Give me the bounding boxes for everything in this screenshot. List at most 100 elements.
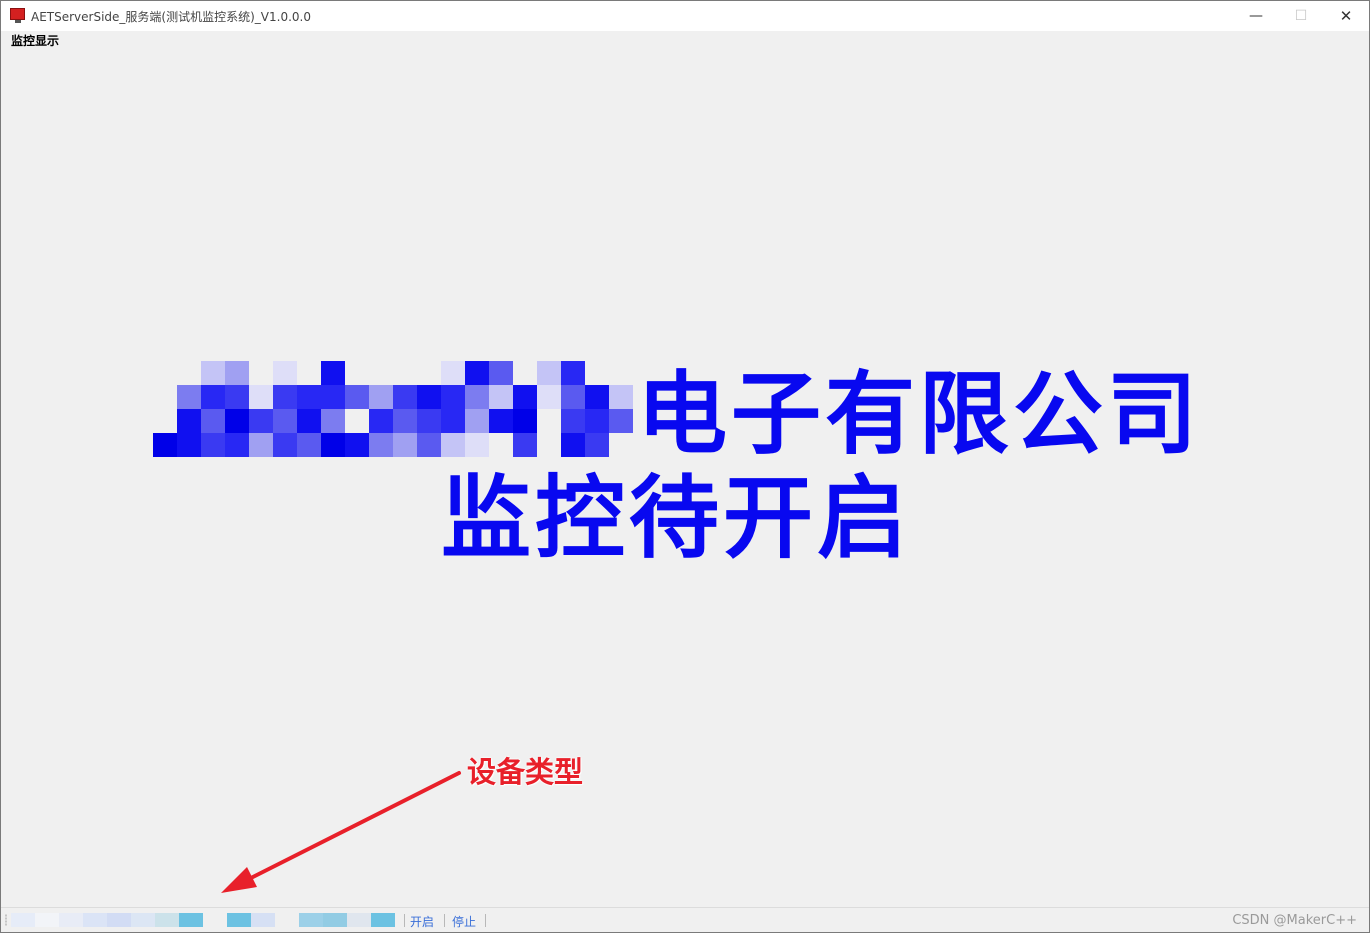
mosaic-cell xyxy=(585,385,609,409)
mosaic-cell xyxy=(537,361,561,385)
mosaic-cell xyxy=(585,361,609,385)
mosaic-cell xyxy=(249,385,273,409)
mosaic-cell xyxy=(513,409,537,433)
mosaic-cell xyxy=(441,385,465,409)
mosaic-cell xyxy=(417,409,441,433)
device-type-cell xyxy=(131,913,155,927)
mosaic-cell xyxy=(537,409,561,433)
title-bar[interactable]: AETServerSide_服务端(测试机监控系统)_V1.0.0.0 — ☐ … xyxy=(1,1,1369,31)
mosaic-cell xyxy=(273,361,297,385)
device-type-cell xyxy=(11,913,35,927)
mosaic-cell xyxy=(585,433,609,457)
mosaic-cell xyxy=(609,361,633,385)
mosaic-cell xyxy=(273,409,297,433)
mosaic-cell xyxy=(561,361,585,385)
device-type-cell xyxy=(59,913,83,927)
mosaic-cell xyxy=(297,385,321,409)
mosaic-cell xyxy=(345,409,369,433)
mosaic-cell xyxy=(441,409,465,433)
mosaic-cell xyxy=(177,385,201,409)
mosaic-cell xyxy=(177,433,201,457)
mosaic-cell xyxy=(297,361,321,385)
mosaic-cell xyxy=(201,433,225,457)
stop-button[interactable]: 停止 xyxy=(452,913,476,930)
mosaic-cell xyxy=(417,385,441,409)
mosaic-cell xyxy=(609,409,633,433)
app-icon xyxy=(10,8,25,23)
start-button[interactable]: 开启 xyxy=(410,913,434,930)
device-type-cell xyxy=(299,913,323,927)
mosaic-cell xyxy=(249,361,273,385)
mosaic-cell xyxy=(297,433,321,457)
mosaic-cell xyxy=(489,361,513,385)
mosaic-cell xyxy=(585,409,609,433)
status-separator xyxy=(404,914,405,927)
mosaic-cell xyxy=(201,409,225,433)
mosaic-cell xyxy=(321,433,345,457)
mosaic-cell xyxy=(177,361,201,385)
monitor-status-text: 监控待开启 xyxy=(441,466,911,571)
mosaic-cell xyxy=(441,433,465,457)
mosaic-cell xyxy=(153,433,177,457)
mosaic-cell xyxy=(345,385,369,409)
mosaic-cell xyxy=(609,433,633,457)
device-type-cell xyxy=(35,913,59,927)
window-title: AETServerSide_服务端(测试机监控系统)_V1.0.0.0 xyxy=(31,10,311,24)
mosaic-cell xyxy=(201,385,225,409)
mosaic-cell xyxy=(561,433,585,457)
annotation-arrow xyxy=(221,771,461,893)
mosaic-cell xyxy=(321,385,345,409)
status-separator xyxy=(485,914,486,927)
mosaic-cell xyxy=(177,409,201,433)
grip-icon[interactable] xyxy=(5,914,7,926)
device-type-cell xyxy=(179,913,203,927)
mosaic-cell xyxy=(225,409,249,433)
device-type-cell xyxy=(227,913,251,927)
device-type-cell xyxy=(203,913,227,927)
mosaic-cell xyxy=(249,433,273,457)
mosaic-cell xyxy=(537,433,561,457)
mosaic-cell xyxy=(345,433,369,457)
mosaic-cell xyxy=(513,433,537,457)
mosaic-cell xyxy=(465,433,489,457)
mosaic-cell xyxy=(393,361,417,385)
mosaic-cell xyxy=(225,433,249,457)
mosaic-cell xyxy=(369,409,393,433)
menu-bar: 监控显示 xyxy=(1,31,1369,49)
mosaic-cell xyxy=(297,409,321,433)
mosaic-cell xyxy=(225,385,249,409)
mosaic-cell xyxy=(321,361,345,385)
device-type-cell xyxy=(107,913,131,927)
mosaic-cell xyxy=(153,385,177,409)
redacted-company-name xyxy=(133,359,637,465)
status-separator xyxy=(444,914,445,927)
annotation-label: 设备类型 xyxy=(467,755,584,789)
mosaic-cell xyxy=(345,361,369,385)
mosaic-cell xyxy=(273,385,297,409)
mosaic-cell xyxy=(489,385,513,409)
minimize-button[interactable]: — xyxy=(1233,1,1279,31)
mosaic-cell xyxy=(465,385,489,409)
menu-item-monitor-display[interactable]: 监控显示 xyxy=(11,32,59,49)
company-name-text: 电子有限公司 xyxy=(637,362,1201,467)
mosaic-cell xyxy=(465,361,489,385)
watermark-text: CSDN @MakerC++ xyxy=(1232,913,1357,928)
maximize-button[interactable]: ☐ xyxy=(1278,1,1324,31)
mosaic-cell xyxy=(465,409,489,433)
mosaic-cell xyxy=(273,433,297,457)
app-window: AETServerSide_服务端(测试机监控系统)_V1.0.0.0 — ☐ … xyxy=(0,0,1370,933)
device-type-cell xyxy=(83,913,107,927)
mosaic-cell xyxy=(369,385,393,409)
mosaic-cell xyxy=(393,385,417,409)
device-type-cell xyxy=(347,913,371,927)
mosaic-cell xyxy=(153,361,177,385)
device-type-cell xyxy=(371,913,395,927)
mosaic-cell xyxy=(513,385,537,409)
mosaic-cell xyxy=(201,361,225,385)
mosaic-cell xyxy=(561,385,585,409)
mosaic-cell xyxy=(489,409,513,433)
close-button[interactable]: ✕ xyxy=(1323,1,1369,31)
mosaic-cell xyxy=(321,409,345,433)
mosaic-cell xyxy=(393,433,417,457)
mosaic-cell xyxy=(537,385,561,409)
